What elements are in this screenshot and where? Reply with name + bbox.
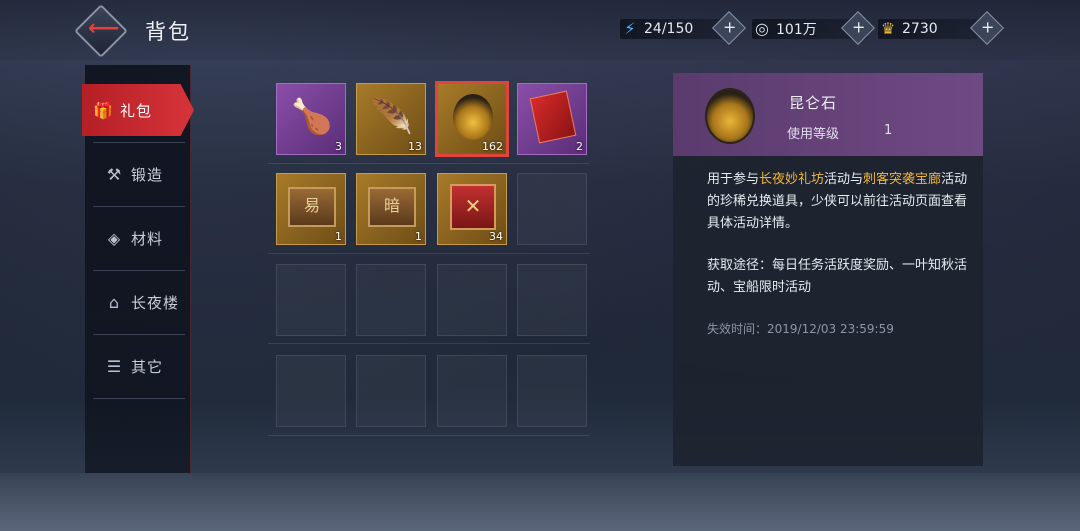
inventory-slot[interactable]: 暗 1	[356, 173, 426, 245]
peacock-feather-icon: 🪶	[370, 97, 414, 137]
coin-icon: ◎	[755, 19, 769, 38]
expire-time: 失效时间：2019/12/03 23:59:59	[707, 322, 894, 336]
row-divider	[268, 253, 590, 254]
inventory-slot-empty[interactable]	[276, 264, 346, 336]
inventory-slot-empty[interactable]	[356, 264, 426, 336]
tower-icon: ⌂	[108, 292, 120, 312]
tab-tower[interactable]: ⌂ 长夜楼	[93, 276, 185, 328]
gold-ingot-icon: ♛	[880, 19, 896, 38]
tab-other[interactable]: ☰ 其它	[93, 340, 185, 392]
inventory-slot-empty[interactable]	[437, 355, 507, 427]
chest-yi-icon: 易	[285, 180, 339, 234]
tab-material[interactable]: ◈ 材料	[93, 212, 185, 264]
roast-chicken-icon: 🍗	[290, 97, 334, 137]
row-divider	[268, 343, 590, 344]
obtain-methods: 获取途径：每日任务活跃度奖励、一叶知秋活动、宝船限时活动	[707, 258, 968, 295]
plus-icon: +	[723, 17, 737, 37]
level-value: 1	[884, 123, 893, 138]
red-envelope-icon	[526, 90, 580, 144]
background-ground	[0, 473, 1080, 531]
inventory-slot-empty[interactable]	[276, 355, 346, 427]
row-divider	[268, 435, 590, 436]
inventory-slot[interactable]: ✕ 34	[437, 173, 507, 245]
inventory-slot-selected[interactable]: 162	[435, 81, 509, 157]
divider	[93, 206, 185, 207]
level-label: 使用等级	[787, 127, 840, 142]
material-icon: ◈	[107, 228, 121, 248]
kunlun-stone-icon	[446, 90, 500, 144]
divider	[93, 142, 185, 143]
row-divider	[268, 163, 590, 164]
inventory-slot-empty[interactable]	[517, 355, 587, 427]
page-title: 背包	[145, 20, 191, 44]
inventory-slot[interactable]: 🪶 13	[356, 83, 426, 155]
inventory-slot[interactable]: 2	[517, 83, 587, 155]
inventory-slot-empty[interactable]	[437, 264, 507, 336]
inventory-slot-empty[interactable]	[517, 173, 587, 245]
list-icon: ☰	[106, 356, 122, 376]
divider	[93, 270, 185, 271]
red-box-icon: ✕	[446, 180, 500, 234]
tab-gift[interactable]: 🎁 礼包	[82, 84, 194, 136]
kunlun-stone-icon	[705, 88, 755, 144]
gold-counter: ♛ 2730	[878, 18, 978, 40]
inventory-slot-empty[interactable]	[356, 355, 426, 427]
tab-forge[interactable]: ⚒ 锻造	[93, 148, 185, 200]
divider	[93, 334, 185, 335]
sidebar-divider	[190, 65, 191, 473]
inventory-slot-empty[interactable]	[517, 264, 587, 336]
plus-icon: +	[981, 17, 995, 37]
divider	[93, 398, 185, 399]
back-arrow-icon: ⟵	[88, 16, 120, 41]
item-description: 用于参与长夜妙礼坊活动与刺客突袭宝廊活动的珍稀兑换道具，少侠可以前往活动页面查看…	[707, 172, 968, 231]
plus-icon: +	[852, 17, 866, 37]
chest-an-icon: 暗	[365, 180, 419, 234]
coin-counter: ◎ 101万	[752, 18, 868, 40]
forge-icon: ⚒	[106, 164, 122, 184]
inventory-slot[interactable]: 🍗 3	[276, 83, 346, 155]
item-name: 昆仑石	[789, 94, 838, 112]
lightning-icon: ⚡	[624, 19, 636, 38]
gift-icon: 🎁	[93, 100, 113, 120]
inventory-slot[interactable]: 易 1	[276, 173, 346, 245]
energy-counter: ⚡ 24/150	[620, 18, 736, 40]
